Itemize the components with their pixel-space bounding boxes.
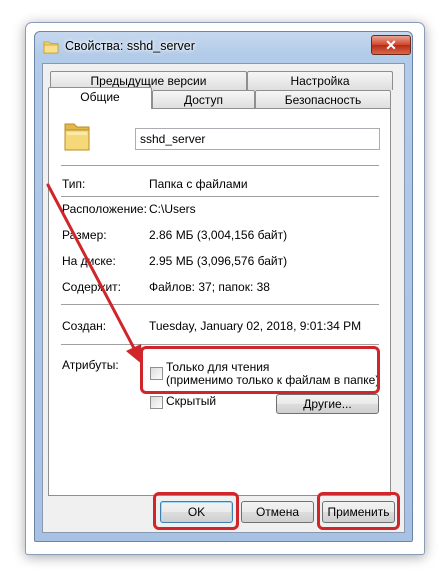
ok-highlight [153,492,239,530]
window-title: Свойства: sshd_server [65,39,195,53]
tab-security[interactable]: Безопасность [255,90,391,109]
size-value: 2.86 МБ (3,004,156 байт) [149,228,288,242]
folder-icon [43,41,59,54]
tab-label: Настройка [290,74,350,88]
other-attributes-button[interactable]: Другие... [276,394,379,414]
close-icon: ✕ [385,36,397,53]
hidden-label: Скрытый [166,394,217,408]
readonly-highlight [140,346,380,394]
folder-icon [64,123,90,151]
created-label: Создан: [62,319,107,333]
title-bar[interactable]: Свойства: sshd_server ✕ [35,32,412,62]
type-label: Тип: [62,177,86,191]
created-value: Tuesday, January 02, 2018, 9:01:34 PM [149,319,362,333]
size-label: Размер: [62,228,107,242]
location-label: Расположение: [62,202,147,216]
tab-sharing[interactable]: Доступ [152,90,255,109]
cancel-button[interactable]: Отмена [241,501,314,523]
contains-label: Содержит: [62,280,121,294]
disk-size-value: 2.95 МБ (3,096,576 байт) [149,254,288,268]
tab-label: Предыдущие версии [90,74,207,88]
tab-label: Доступ [183,93,224,107]
disk-size-label: На диске: [62,254,116,268]
type-value: Папка с файлами [149,177,248,191]
separator [61,196,379,197]
folder-name-input[interactable]: sshd_server [135,128,380,150]
separator [61,344,379,345]
tab-label: Безопасность [284,93,362,107]
general-tab-panel [48,108,391,496]
attributes-label: Атрибуты: [62,358,119,372]
hidden-checkbox[interactable] [150,396,163,409]
close-button[interactable]: ✕ [371,35,411,55]
tab-general[interactable]: Общие [48,87,152,109]
tab-customize[interactable]: Настройка [247,71,393,90]
separator [61,304,379,305]
contains-value: Файлов: 37; папок: 38 [149,280,270,294]
location-value: C:\Users [149,202,196,216]
apply-highlight [317,492,400,530]
tab-label: Общие [80,90,120,104]
separator [61,165,379,166]
